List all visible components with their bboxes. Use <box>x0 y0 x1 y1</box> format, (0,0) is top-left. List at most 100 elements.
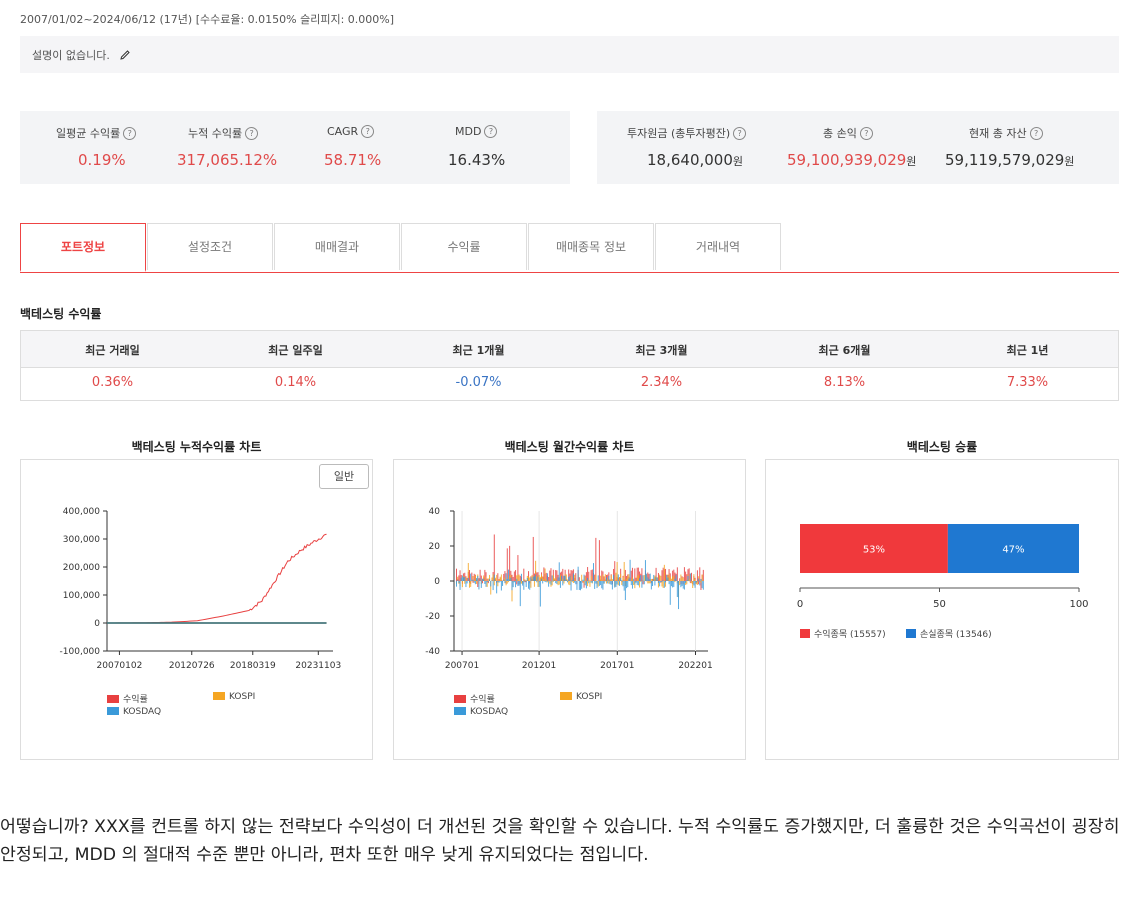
help-icon[interactable]: ? <box>733 127 747 140</box>
monthly-bar <box>681 581 683 586</box>
monthly-bar <box>584 581 586 586</box>
monthly-bar <box>480 575 482 581</box>
monthly-bar <box>613 574 615 581</box>
monthly-bar <box>518 581 520 586</box>
monthly-bar <box>615 572 617 581</box>
monthly-bar <box>575 581 577 585</box>
monthly-bar <box>634 568 636 581</box>
monthly-bar <box>491 580 493 581</box>
monthly-bar <box>550 581 552 585</box>
monthly-bar <box>511 581 513 591</box>
monthly-bar <box>490 581 492 587</box>
monthly-bar <box>630 579 632 581</box>
legend-item[interactable]: KOSPI <box>213 692 255 702</box>
monthly-chart-panel: -40 -20 0 20 40 200701 201201 201701 202201 수익률 … <box>393 459 746 760</box>
monthly-bar <box>675 574 677 581</box>
monthly-bar <box>470 573 472 581</box>
monthly-bar <box>461 575 463 581</box>
tab-returns[interactable]: 수익률 <box>401 223 527 270</box>
monthly-bar <box>630 581 632 586</box>
monthly-bar <box>465 581 467 588</box>
help-icon[interactable]: ? <box>245 127 259 140</box>
monthly-bar <box>532 576 534 581</box>
monthly-bar <box>578 580 580 581</box>
monthly-bar <box>496 581 498 594</box>
monthly-bar <box>458 575 460 581</box>
monthly-bar <box>470 581 472 587</box>
y-tick-label: 200,000 <box>63 563 100 573</box>
x-tick-label: 100 <box>1069 599 1088 610</box>
monthly-bar <box>655 576 657 581</box>
monthly-bar <box>685 571 687 581</box>
x-tick-label: 20231103 <box>295 661 341 671</box>
monthly-bar <box>557 577 559 581</box>
help-icon[interactable]: ? <box>361 125 375 138</box>
tab-trade-history[interactable]: 거래내역 <box>655 223 781 270</box>
x-tick-label: 20070102 <box>97 661 143 671</box>
monthly-bar <box>600 581 602 586</box>
monthly-bar <box>546 581 548 583</box>
monthly-bar <box>503 579 505 581</box>
monthly-bar <box>699 567 701 581</box>
monthly-bar <box>652 579 654 581</box>
monthly-bar <box>603 581 605 584</box>
monthly-bar <box>590 581 592 583</box>
legend-item[interactable]: 수익률 <box>107 692 148 705</box>
monthly-bar <box>568 581 570 585</box>
monthly-bar <box>568 577 570 581</box>
monthly-bar <box>551 581 553 586</box>
legend-item[interactable]: 손실종목 (13546) <box>906 627 992 640</box>
winrate-segment-label: 53% <box>863 545 885 556</box>
monthly-bar <box>662 579 664 581</box>
y-tick-label: -40 <box>425 647 440 657</box>
monthly-bar <box>597 581 599 587</box>
help-icon[interactable]: ? <box>859 127 873 140</box>
monthly-bar <box>542 581 544 584</box>
monthly-bar <box>589 581 591 587</box>
monthly-bar <box>691 572 693 581</box>
monthly-bar <box>657 572 659 581</box>
monthly-bar <box>608 575 610 581</box>
monthly-bar <box>542 576 544 581</box>
monthly-bar <box>541 578 543 581</box>
monthly-bar <box>484 569 486 581</box>
legend-swatch <box>107 707 119 715</box>
help-icon[interactable]: ? <box>1029 127 1043 140</box>
legend-label: KOSPI <box>576 692 603 702</box>
monthly-bar <box>558 562 560 581</box>
legend-item[interactable]: KOSPI <box>560 692 602 702</box>
monthly-bar <box>539 576 541 581</box>
monthly-bar <box>581 581 583 589</box>
monthly-bar <box>515 581 517 588</box>
returns-value-cell: -0.07% <box>455 375 502 390</box>
monthly-bar <box>581 574 583 581</box>
monthly-bar <box>652 581 654 587</box>
legend-label: 수익종목 (15557) <box>814 630 886 640</box>
y-tick-label: 40 <box>429 507 441 517</box>
help-icon[interactable]: ? <box>484 125 498 138</box>
tab-port-info[interactable]: 포트정보 <box>20 223 146 272</box>
monthly-bar <box>622 577 624 581</box>
tab-stock-info[interactable]: 매매종목 정보 <box>528 223 654 270</box>
y-tick-label: 400,000 <box>63 507 100 517</box>
monthly-bar <box>626 578 628 581</box>
monthly-bar <box>504 581 506 584</box>
monthly-bar <box>682 577 684 581</box>
legend-item[interactable]: 수익률 <box>454 692 495 705</box>
tab-trade-results[interactable]: 매매결과 <box>274 223 400 270</box>
returns-value-cell: 7.33% <box>1006 375 1049 390</box>
legend-item[interactable]: 수익종목 (15557) <box>800 627 886 640</box>
monthly-bar <box>617 574 619 581</box>
tab-settings[interactable]: 설정조건 <box>147 223 273 270</box>
pencil-icon[interactable] <box>119 49 131 64</box>
cumulative-chart-panel: 일반 -100,000 0 100,000 200,000 300,000 400,000… <box>20 459 373 760</box>
monthly-bar <box>698 578 700 581</box>
monthly-bar <box>627 576 629 581</box>
monthly-bar <box>605 581 607 584</box>
legend-label: 수익률 <box>123 695 148 705</box>
help-icon[interactable]: ? <box>123 127 137 140</box>
monthly-bar <box>695 581 697 583</box>
legend-item[interactable]: KOSDAQ <box>107 707 161 717</box>
legend-item[interactable]: KOSDAQ <box>454 707 508 717</box>
monthly-bar <box>614 581 616 588</box>
